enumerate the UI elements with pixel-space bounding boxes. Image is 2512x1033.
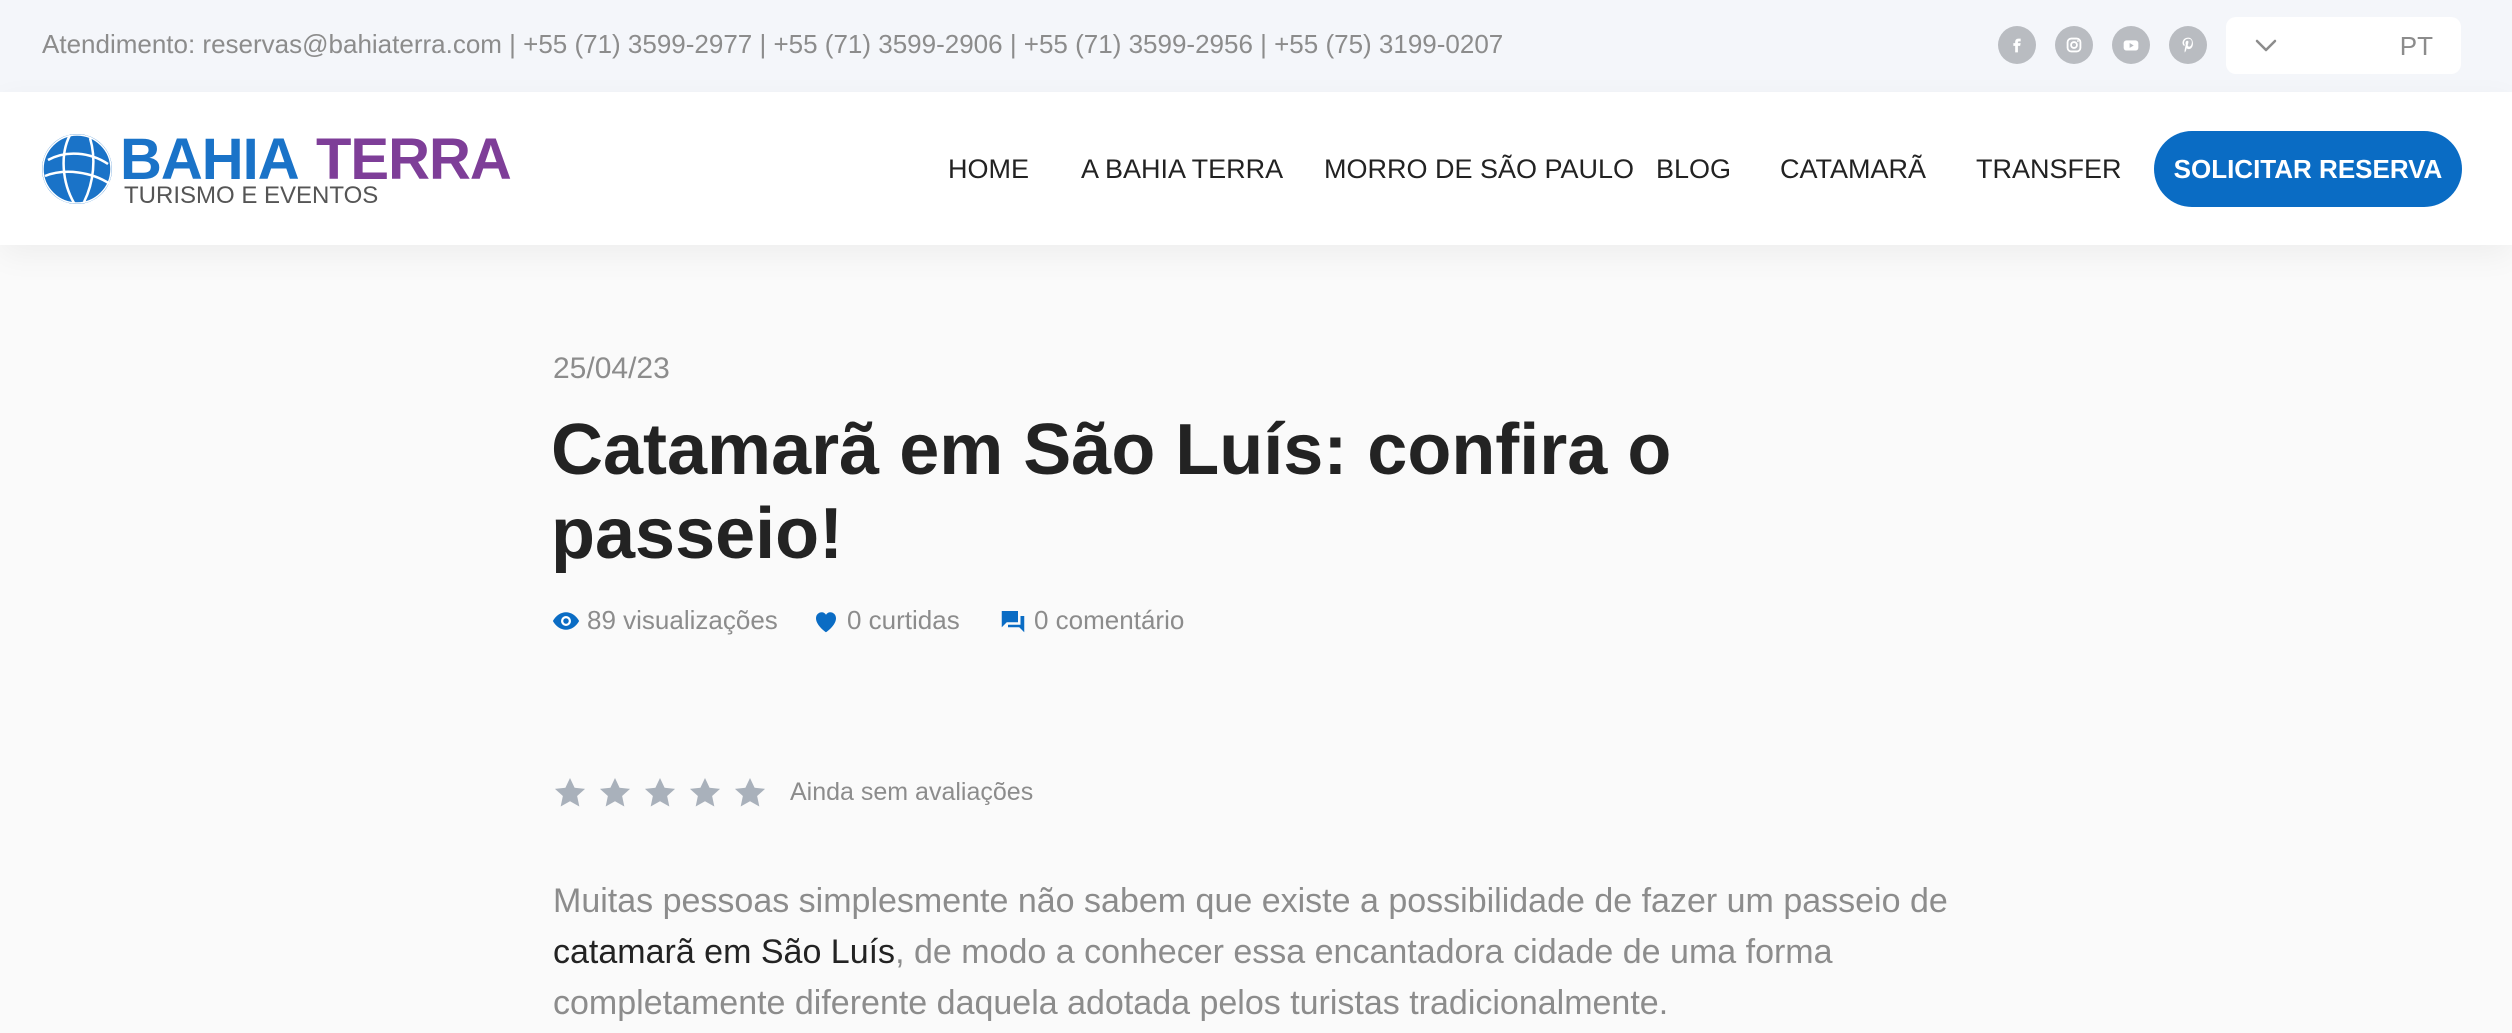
star-icon[interactable] [551, 774, 589, 812]
top-bar: Atendimento: reservas@bahiaterra.com | +… [0, 0, 2512, 92]
pinterest-icon[interactable] [2169, 26, 2207, 64]
language-selector[interactable]: PT [2226, 17, 2461, 74]
nav-transfer[interactable]: TRANSFER [1976, 154, 2122, 185]
comments-count[interactable]: 0 comentário [998, 605, 1184, 636]
logo-tagline: TURISMO E EVENTOS [124, 182, 379, 209]
chevron-down-icon [2255, 39, 2277, 52]
globe-logo-icon [42, 134, 112, 204]
star-icon[interactable] [686, 774, 724, 812]
nav-catamara[interactable]: CATAMARÃ [1780, 154, 1926, 185]
nav-a-bahia-terra[interactable]: A BAHIA TERRA [1081, 154, 1283, 185]
contact-info: Atendimento: reservas@bahiaterra.com | +… [42, 29, 1504, 59]
post-intro-paragraph: Muitas pessoas simplesmente não sabem qu… [553, 876, 1953, 1029]
star-rating[interactable] [551, 774, 776, 812]
eye-icon [552, 611, 580, 630]
heart-icon [816, 611, 836, 632]
main-header: BAHIA TERRA TURISMO E EVENTOS HOME A BAH… [0, 92, 2512, 245]
post-title: Catamarã em São Luís: confira o passeio! [551, 410, 1672, 574]
youtube-icon[interactable] [2112, 26, 2150, 64]
facebook-icon[interactable] [1998, 26, 2036, 64]
nav-home[interactable]: HOME [948, 154, 1029, 185]
language-code: PT [2399, 31, 2433, 61]
star-icon[interactable] [641, 774, 679, 812]
social-links [1998, 26, 2226, 64]
logo[interactable]: BAHIA TERRA TURISMO E EVENTOS [40, 127, 520, 210]
likes-label: 0 curtidas [847, 605, 960, 635]
comments-label: 0 comentário [1034, 605, 1185, 635]
star-icon[interactable] [731, 774, 769, 812]
request-reservation-button[interactable]: SOLICITAR RESERVA [2154, 131, 2462, 207]
comments-icon [1001, 610, 1025, 632]
star-icon[interactable] [596, 774, 634, 812]
views-count: 89 visualizações [551, 605, 778, 636]
nav-morro-de-sao-paulo[interactable]: MORRO DE SÃO PAULO [1324, 154, 1634, 185]
intro-text-before: Muitas pessoas simplesmente não sabem qu… [553, 882, 1948, 920]
likes-count[interactable]: 0 curtidas [811, 605, 960, 636]
rating-status: Ainda sem avaliações [790, 778, 1034, 806]
instagram-icon[interactable] [2055, 26, 2093, 64]
nav-blog[interactable]: BLOG [1656, 154, 1731, 185]
views-label: 89 visualizações [587, 605, 778, 635]
intro-highlight: catamarã em São Luís [553, 933, 896, 971]
post-date: 25/04/23 [553, 352, 670, 385]
